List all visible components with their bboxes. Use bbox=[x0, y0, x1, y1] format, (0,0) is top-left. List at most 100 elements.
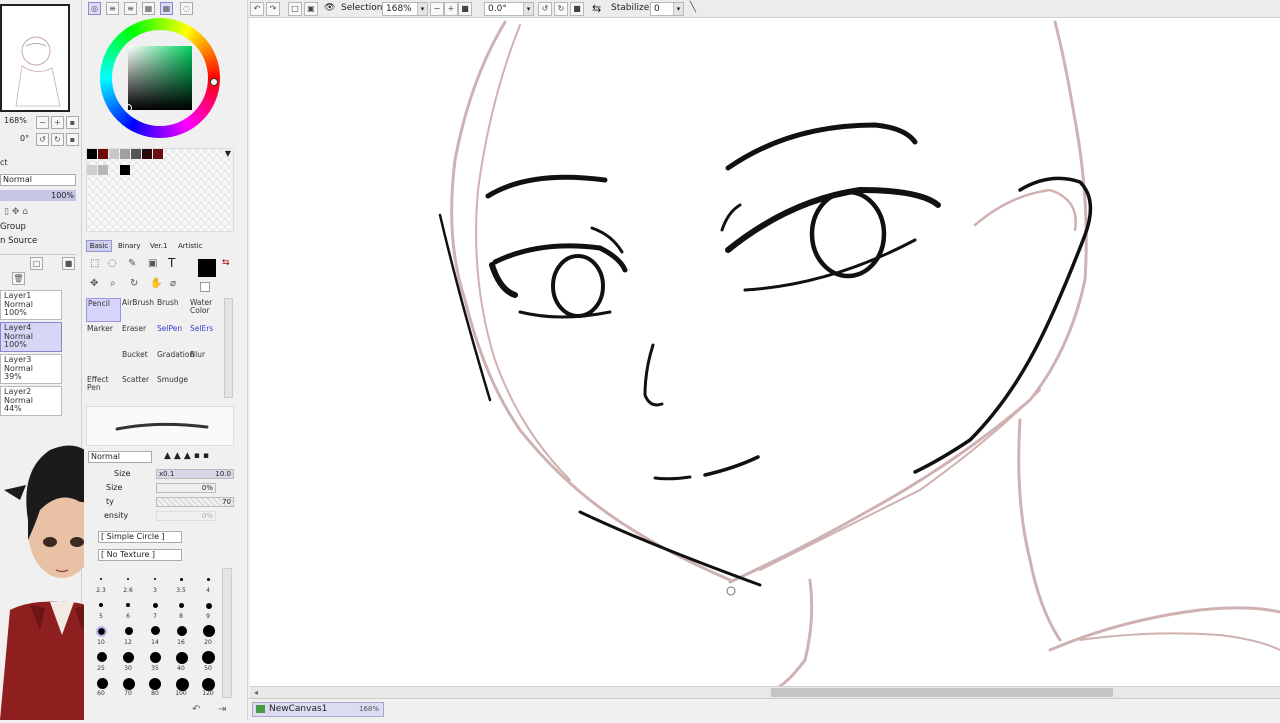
tool-bucket[interactable]: Bucket bbox=[121, 350, 156, 374]
eye-icon[interactable]: 👁 bbox=[324, 3, 335, 13]
tool-blur[interactable]: Blur bbox=[189, 350, 224, 374]
layer-item[interactable]: Layer1 Normal 100% bbox=[0, 290, 62, 320]
brush-size-dot[interactable] bbox=[203, 625, 215, 637]
tool-selpen[interactable]: SelPen bbox=[156, 324, 191, 348]
zoom-in-button[interactable]: + bbox=[51, 116, 64, 129]
max-density-slider[interactable]: 0% bbox=[156, 511, 216, 521]
swatch-menu-icon[interactable]: ▼ bbox=[225, 149, 231, 158]
stabilizer-select[interactable]: 0 ▾ bbox=[650, 2, 684, 16]
layer-mask-button[interactable]: ■ bbox=[62, 257, 75, 270]
brush-shape-select[interactable]: [ Simple Circle ] bbox=[98, 531, 182, 543]
delete-layer-button[interactable]: 🗑 bbox=[12, 272, 25, 285]
swatch[interactable] bbox=[120, 165, 130, 175]
brush-size-dot[interactable] bbox=[123, 678, 135, 690]
brush-blend-select[interactable]: Normal bbox=[88, 451, 152, 463]
hue-handle[interactable] bbox=[210, 78, 218, 86]
swatch[interactable] bbox=[142, 149, 152, 159]
zoom-tool-icon[interactable]: ⌕ bbox=[110, 278, 116, 289]
tab-binary[interactable]: Binary bbox=[118, 240, 141, 252]
swatch[interactable] bbox=[131, 149, 141, 159]
hand-tool-icon[interactable]: ✋ bbox=[150, 278, 162, 289]
zoom-in-icon[interactable]: + bbox=[444, 2, 458, 16]
tool-brush[interactable]: Brush bbox=[156, 298, 191, 322]
swatch[interactable] bbox=[153, 149, 163, 159]
brush-size-dot[interactable] bbox=[149, 678, 161, 690]
brush-size-dot[interactable] bbox=[202, 651, 215, 664]
move-tool-icon[interactable]: ✥ bbox=[90, 278, 98, 289]
undo-icon[interactable]: ↶ bbox=[192, 704, 200, 715]
magic-wand-icon[interactable]: ✎ bbox=[128, 258, 136, 269]
zoom-reset-icon[interactable]: ■ bbox=[458, 2, 472, 16]
tool-eraser[interactable]: Eraser bbox=[121, 324, 156, 348]
rotate-right-button[interactable]: ↻ bbox=[51, 133, 64, 146]
hsv-slider-icon[interactable]: ≡ bbox=[124, 2, 137, 15]
tool-gradation[interactable]: Gradation bbox=[156, 350, 194, 374]
bucket-select-icon[interactable]: ▣ bbox=[148, 258, 157, 269]
tool-airbrush[interactable]: AirBrush bbox=[121, 298, 156, 322]
deselect-icon[interactable]: □ bbox=[288, 2, 302, 16]
brush-size-dot[interactable] bbox=[179, 603, 184, 608]
rotate-tool-icon[interactable]: ↻ bbox=[130, 278, 138, 289]
color-wheel[interactable] bbox=[100, 18, 220, 138]
brush-size-dot[interactable] bbox=[153, 603, 158, 608]
brush-size-dot[interactable] bbox=[127, 578, 129, 580]
rotation-select[interactable]: 0.0° ▾ bbox=[484, 2, 534, 16]
tool-selers[interactable]: SelErs bbox=[189, 324, 224, 348]
layer-opacity-bar[interactable]: 100% bbox=[0, 190, 76, 201]
color-wheel-mode-icon[interactable]: ◎ bbox=[88, 2, 101, 15]
layer-item[interactable]: Layer3 Normal 39% bbox=[0, 354, 62, 384]
brush-size-dot[interactable] bbox=[206, 603, 212, 609]
redo-icon[interactable]: ↷ bbox=[266, 2, 280, 16]
new-layer-button[interactable]: □ bbox=[30, 257, 43, 270]
swatch[interactable] bbox=[87, 165, 97, 175]
swatch[interactable] bbox=[109, 149, 119, 159]
swatch[interactable] bbox=[120, 149, 130, 159]
primary-color-icon[interactable] bbox=[198, 259, 216, 277]
zoom-reset-button[interactable]: ▪ bbox=[66, 116, 79, 129]
swatch[interactable] bbox=[98, 149, 108, 159]
layer-item[interactable]: Layer4 Normal 100% bbox=[0, 322, 62, 352]
brush-size-dot[interactable] bbox=[180, 578, 183, 581]
brush-size-dot[interactable] bbox=[123, 652, 134, 663]
size-slider[interactable]: x0.1 10.0 bbox=[156, 469, 234, 479]
rotate-reset-button[interactable]: ▪ bbox=[66, 133, 79, 146]
line-tool-icon[interactable]: ╲ bbox=[690, 2, 696, 13]
undo-icon[interactable]: ↶ bbox=[250, 2, 264, 16]
brush-size-dot[interactable] bbox=[126, 603, 130, 607]
scratchpad-icon[interactable]: ◌ bbox=[180, 2, 193, 15]
brush-size-dot[interactable] bbox=[150, 652, 161, 663]
brush-size-dot[interactable] bbox=[99, 603, 103, 607]
swatch[interactable] bbox=[98, 165, 108, 175]
tab-basic[interactable]: Basic bbox=[86, 240, 112, 252]
rotate-left-button[interactable]: ↺ bbox=[36, 133, 49, 146]
tool-pencil[interactable]: Pencil bbox=[86, 298, 121, 322]
invert-selection-icon[interactable]: ▣ bbox=[304, 2, 318, 16]
brush-size-dot[interactable] bbox=[96, 626, 107, 637]
tool-marker[interactable]: Marker bbox=[86, 324, 121, 348]
document-tab[interactable]: NewCanvas1 168% bbox=[252, 702, 384, 717]
scroll-left-icon[interactable]: ◂ bbox=[254, 688, 258, 697]
rotate-ccw-icon[interactable]: ↺ bbox=[538, 2, 552, 16]
tab-ver1[interactable]: Ver.1 bbox=[150, 240, 167, 252]
brush-size-dot[interactable] bbox=[176, 652, 188, 664]
color-picker-cursor[interactable] bbox=[124, 104, 132, 112]
brush-size-dot[interactable] bbox=[97, 678, 108, 689]
zoom-select[interactable]: 168% ▾ bbox=[382, 2, 428, 16]
secondary-color-icon[interactable] bbox=[200, 282, 210, 292]
brush-size-scrollbar[interactable] bbox=[222, 568, 232, 698]
saturation-value-square[interactable] bbox=[128, 46, 192, 110]
brush-texture-select[interactable]: [ No Texture ] bbox=[98, 549, 182, 561]
lasso-icon[interactable]: ◌ bbox=[108, 258, 117, 269]
rotate-cw-icon[interactable]: ↻ bbox=[554, 2, 568, 16]
palette-grid-icon[interactable]: ▦ bbox=[142, 2, 155, 15]
tool-grid-scrollbar[interactable] bbox=[224, 298, 233, 398]
flip-horizontal-icon[interactable]: ⇆ bbox=[592, 2, 601, 15]
brush-size-dot[interactable] bbox=[177, 626, 187, 636]
panel-splitter[interactable] bbox=[236, 0, 248, 720]
canvas-horizontal-scrollbar[interactable]: ◂ bbox=[250, 686, 1280, 698]
rgb-slider-icon[interactable]: ≡ bbox=[106, 2, 119, 15]
navigator-preview[interactable] bbox=[0, 4, 70, 112]
brush-size-dot[interactable] bbox=[97, 652, 107, 662]
tool-scatter[interactable]: Scatter bbox=[121, 375, 156, 399]
zoom-out-button[interactable]: − bbox=[36, 116, 49, 129]
